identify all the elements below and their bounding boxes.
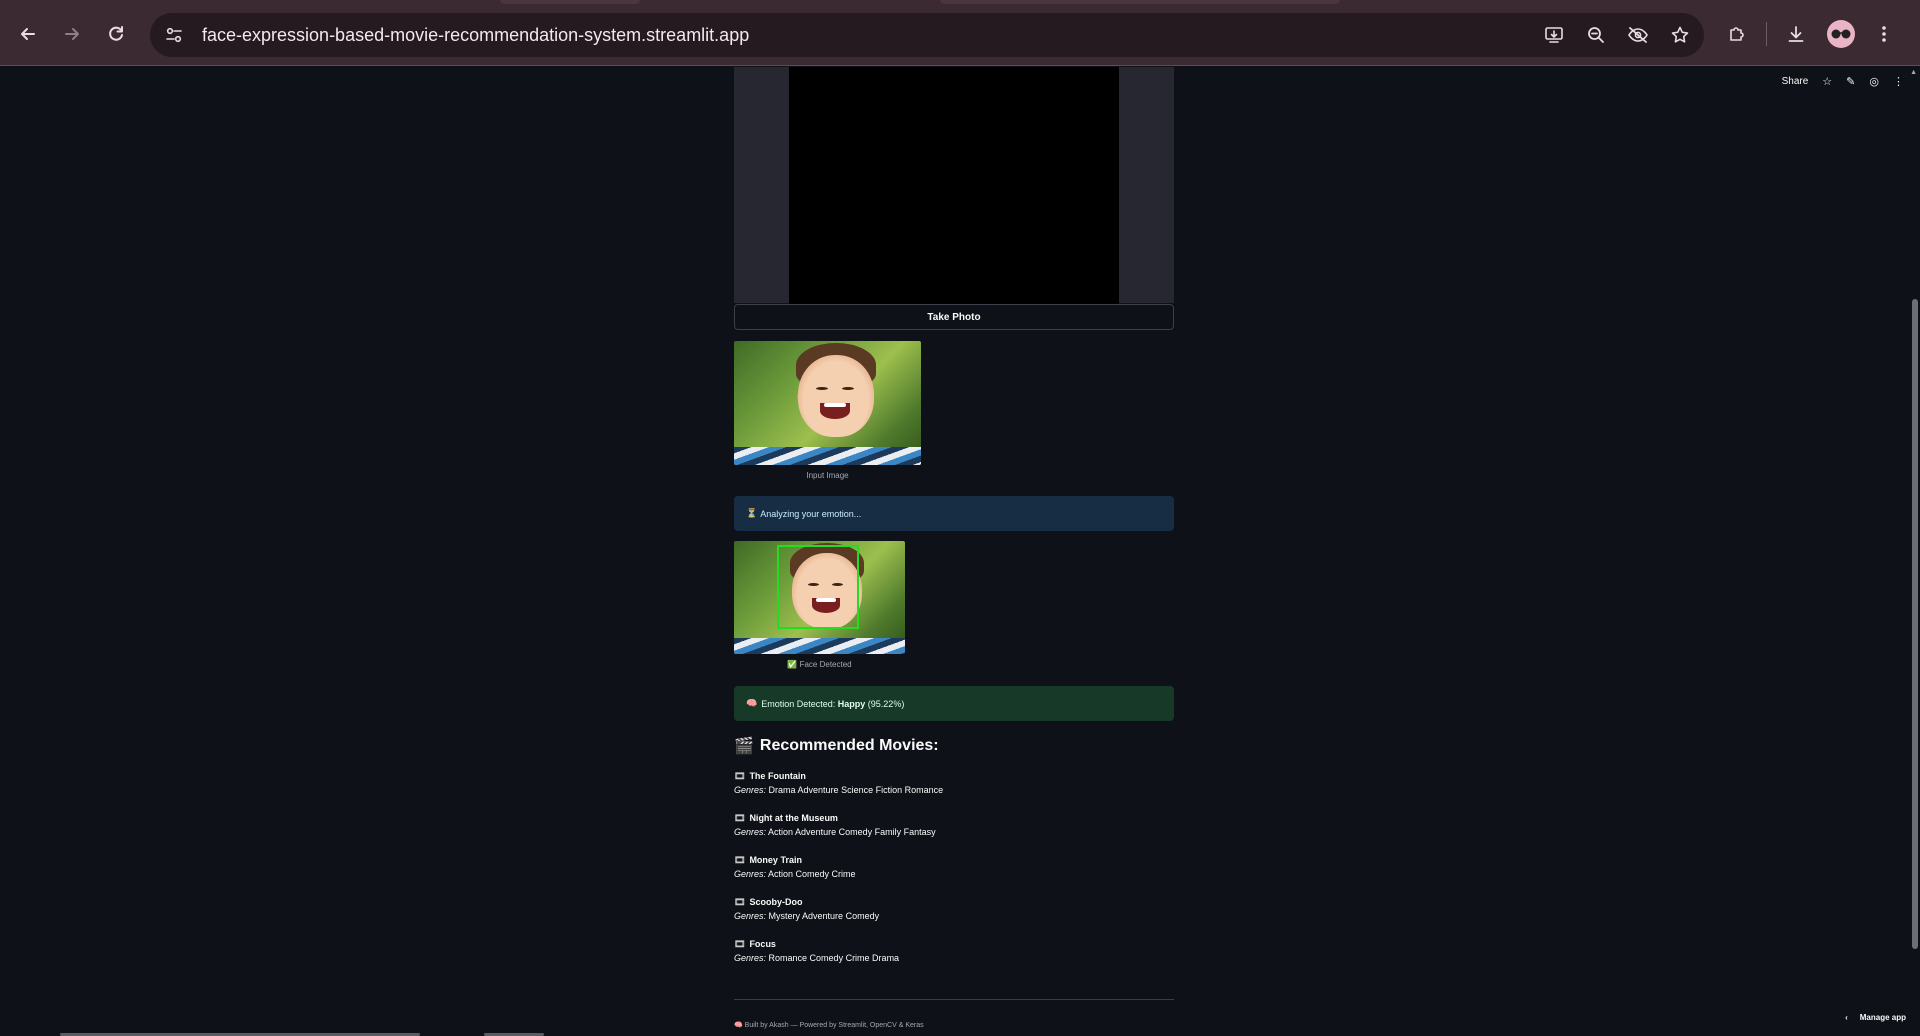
movie-genres: Genres: Mystery Adventure Comedy [734,911,1174,925]
more-menu-icon[interactable]: ⋮ [1893,75,1904,88]
github-icon[interactable]: ◎ [1869,75,1879,88]
checkmark-icon: ✅ [787,660,798,669]
browser-chrome: face-expression-based-movie-recommendati… [0,0,1920,66]
genres-value: Drama Adventure Science Fiction Romance [768,785,944,795]
genres-label: Genres: [734,911,767,921]
site-info-button[interactable] [156,17,192,53]
footer-divider [734,999,1174,1000]
movie-genres: Genres: Drama Adventure Science Fiction … [734,785,1174,799]
emotion-label: Happy [837,698,866,709]
chevron-left-icon: ‹ [1845,1013,1848,1022]
genres-label: Genres: [734,869,767,879]
back-arrow-icon [21,28,35,40]
sunglasses-icon [1831,29,1851,39]
streamlit-toolbar: Share ☆ ✎ ◎ ⋮ [1782,75,1904,88]
genres-value: Action Adventure Comedy Family Fantasy [768,827,936,837]
genres-label: Genres: [734,785,767,795]
input-image [734,341,921,465]
brain-icon: 🧠 [746,698,758,708]
tracking-protection-icon[interactable] [1622,19,1654,51]
film-reel-icon: 🎞 [734,854,746,865]
url-text[interactable]: face-expression-based-movie-recommendati… [202,25,749,46]
recommendations-heading: 🎬 Recommended Movies: [734,737,939,755]
reload-icon [109,26,123,41]
bookmark-star-icon[interactable] [1664,19,1696,51]
movie-title-row: 🎞 Money Train [734,853,1174,867]
streamlit-app: Share ☆ ✎ ◎ ⋮ Take Photo Input Image ⏳ A… [0,67,1920,1036]
browser-menu-icon[interactable] [1867,17,1901,51]
star-icon[interactable]: ☆ [1822,75,1832,88]
forward-arrow-icon [65,28,79,40]
film-reel-icon: 🎞 [734,938,746,949]
browser-toolbar [1720,17,1901,51]
downloads-icon[interactable] [1779,17,1813,51]
movie-title: Money Train [749,855,802,865]
movie-genres: Genres: Romance Comedy Crime Drama [734,953,1174,967]
install-app-icon[interactable] [1538,19,1570,51]
hourglass-icon: ⏳ [746,508,758,518]
movie-item: 🎞 The Fountain Genres: Drama Adventure Sci… [734,769,1174,799]
clapperboard-icon: 🎬 [734,738,754,755]
movie-title-row: 🎞 Scooby-Doo [734,895,1174,909]
share-button[interactable]: Share [1782,76,1809,87]
film-reel-icon: 🎞 [734,896,746,907]
movie-title: Focus [749,939,776,949]
movie-title-row: 🎞 Focus [734,937,1174,951]
tab-edge [940,0,1340,4]
movie-item: 🎞 Focus Genres: Romance Comedy Crime Drama [734,937,1174,967]
analyzing-alert: ⏳ Analyzing your emotion... [734,496,1174,531]
movie-title-row: 🎞 The Fountain [734,769,1174,783]
address-bar[interactable]: face-expression-based-movie-recommendati… [150,13,1704,57]
face-detected-caption: ✅ Face Detected [787,660,852,669]
movie-genres: Genres: Action Adventure Comedy Family F… [734,827,1174,841]
genres-value: Mystery Adventure Comedy [768,911,880,921]
toolbar-divider [1766,22,1767,46]
emotion-alert: 🧠 Emotion Detected: Happy (95.22%) [734,686,1174,721]
vertical-scrollbar[interactable] [1912,299,1918,949]
movie-item: 🎞 Scooby-Doo Genres: Mystery Adventure Com… [734,895,1174,925]
take-photo-button[interactable]: Take Photo [734,304,1174,330]
emotion-prefix: Emotion Detected: [761,698,838,709]
face-detected-image [734,541,905,654]
scroll-up-icon[interactable]: ▲ [1910,69,1917,76]
movie-item: 🎞 Money Train Genres: Action Comedy Crime [734,853,1174,883]
edit-icon[interactable]: ✎ [1846,75,1855,88]
movie-genres: Genres: Action Comedy Crime [734,869,1174,883]
omnibox-actions [1538,13,1696,57]
back-button[interactable] [12,18,44,50]
movie-title: Scooby-Doo [749,897,803,907]
genres-label: Genres: [734,827,767,837]
zoom-icon[interactable] [1580,19,1612,51]
reload-button[interactable] [100,18,132,50]
analyzing-text: Analyzing your emotion... [760,508,862,519]
forward-button[interactable] [56,18,88,50]
camera-preview [789,67,1119,304]
genres-value: Romance Comedy Crime Drama [768,953,900,963]
film-reel-icon: 🎞 [734,770,746,781]
face-bounding-box [777,545,859,629]
manage-app-button[interactable]: ‹ Manage app [1845,1013,1906,1022]
movie-item: 🎞 Night at the Museum Genres: Action Adven… [734,811,1174,841]
profile-avatar[interactable] [1827,20,1855,48]
movie-title: Night at the Museum [749,813,838,823]
camera-input [734,67,1174,304]
genres-label: Genres: [734,953,767,963]
tab-edge [500,0,640,4]
footer-text: 🧠 Built by Akash — Powered by Streamlit,… [734,1022,924,1029]
tune-icon [166,27,182,43]
genres-value: Action Comedy Crime [768,869,856,879]
film-reel-icon: 🎞 [734,812,746,823]
movie-title-row: 🎞 Night at the Museum [734,811,1174,825]
emotion-confidence: (95.22%) [867,698,905,709]
movie-title: The Fountain [749,771,806,781]
extensions-icon[interactable] [1720,17,1754,51]
input-image-caption: Input Image [806,471,849,480]
